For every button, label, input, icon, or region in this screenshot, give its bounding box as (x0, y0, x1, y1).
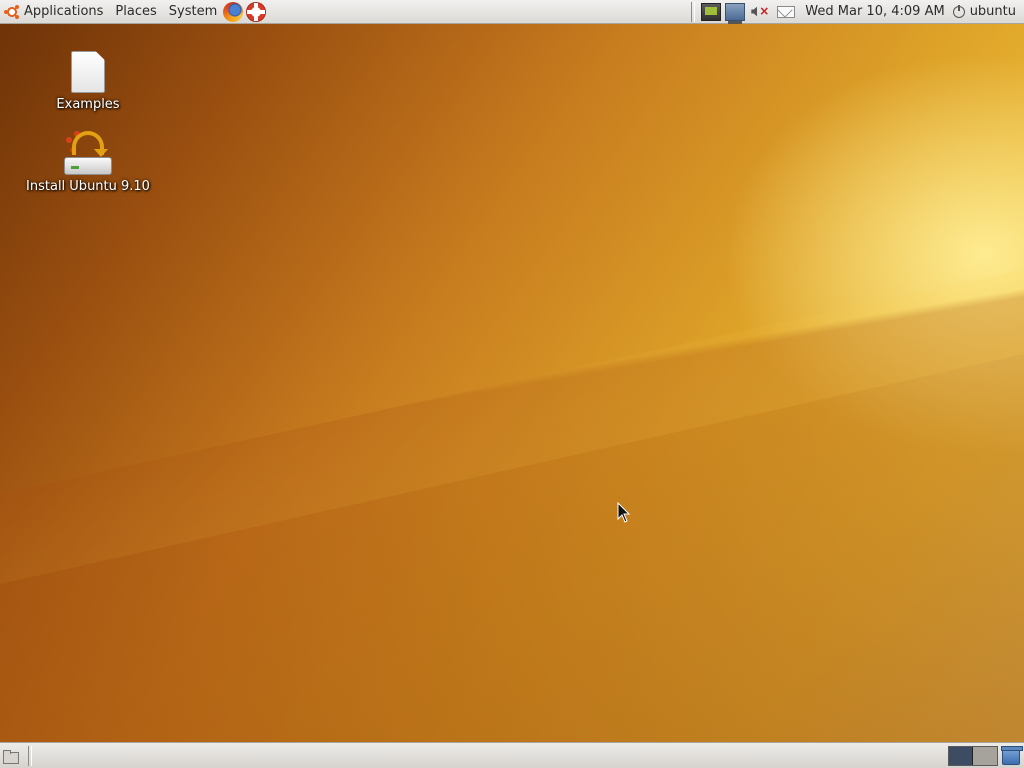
install-drive (64, 157, 112, 175)
desktop-icon-examples[interactable]: Examples (18, 51, 158, 112)
applications-menu[interactable]: Applications (0, 0, 107, 24)
workspace-1[interactable] (949, 746, 973, 765)
document-icon (71, 51, 105, 93)
install-icon (62, 131, 114, 175)
show-desktop-icon[interactable] (2, 747, 20, 765)
display-icon[interactable] (725, 2, 746, 24)
applications-menu-label: Applications (24, 4, 104, 19)
user-menu[interactable]: ubuntu (952, 4, 1024, 19)
ubuntu-logo-icon (4, 3, 20, 20)
clock[interactable]: Wed Mar 10, 4:09 AM (801, 4, 952, 19)
trash-icon[interactable] (1001, 745, 1023, 765)
power-icon (952, 4, 965, 18)
mouse-cursor (617, 502, 631, 523)
help-icon (247, 2, 266, 21)
bottom-panel (0, 742, 1024, 768)
top-panel: Applications Places System Wed Mar 10, 4… (0, 0, 1024, 24)
desktop-icon-label: Install Ubuntu 9.10 (26, 179, 150, 194)
tray-handle[interactable] (691, 1, 696, 22)
install-arrow (72, 131, 108, 157)
help-launcher[interactable] (245, 1, 267, 23)
network-icon[interactable] (701, 2, 722, 21)
volume-muted-icon[interactable] (749, 3, 769, 21)
desktop-icon-install-ubuntu[interactable]: Install Ubuntu 9.10 (18, 131, 158, 194)
desktop-icon-label: Examples (56, 97, 120, 112)
system-menu[interactable]: System (161, 0, 221, 24)
places-menu[interactable]: Places (107, 0, 160, 24)
system-menu-label: System (168, 4, 218, 19)
workspace-switcher (948, 745, 998, 766)
notification-area: Wed Mar 10, 4:09 AM ubuntu (689, 0, 1024, 24)
mail-icon[interactable] (777, 5, 796, 18)
places-menu-label: Places (115, 4, 157, 19)
install-dots (66, 137, 72, 143)
panel-separator (28, 745, 32, 766)
firefox-launcher[interactable] (222, 1, 244, 23)
firefox-icon (223, 1, 244, 22)
workspace-2[interactable] (973, 746, 997, 765)
user-name: ubuntu (969, 4, 1016, 19)
